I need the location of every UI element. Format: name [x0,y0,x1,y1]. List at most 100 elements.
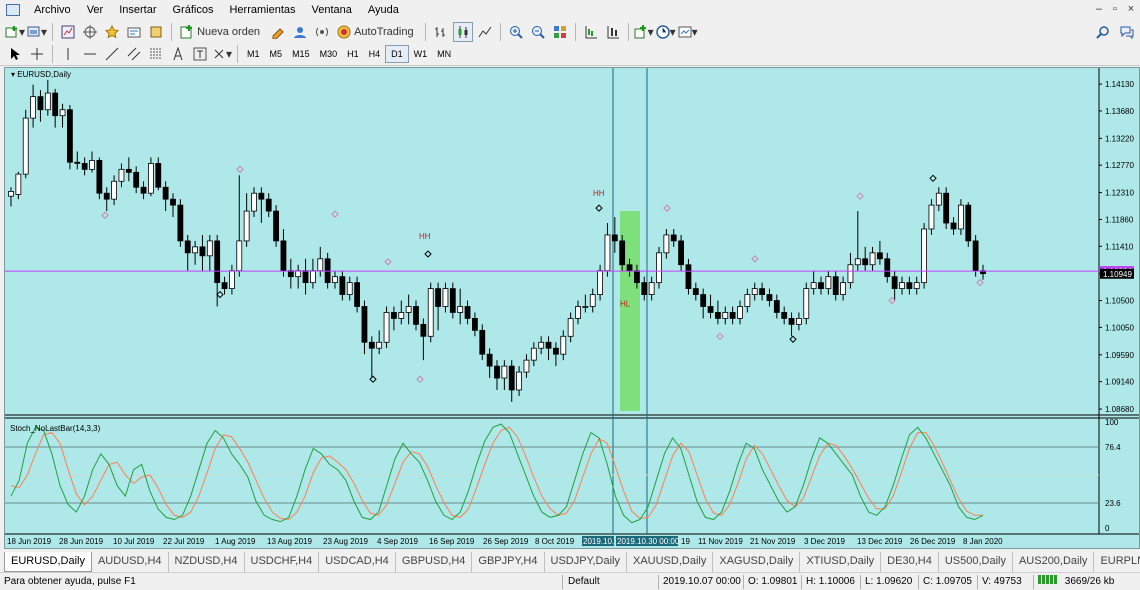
candle [339,276,346,295]
clock-icon [655,24,670,39]
candle [604,234,611,272]
tab-eurpln-daily[interactable]: EURPLN,Daily [1094,552,1140,572]
crosshair-button[interactable] [27,44,47,64]
navigator-button[interactable] [102,22,122,42]
periods-button[interactable]: ▾ [655,22,676,42]
timeframe-m15[interactable]: M15 [287,45,315,63]
timeframe-m30[interactable]: M30 [315,45,343,63]
data-window-button[interactable] [80,22,100,42]
candle [206,240,213,257]
price-chart[interactable]: 1.14130 1.13680 1.13220 1.12770 1.12310 1.118… [5,68,1139,548]
chart-shift-button[interactable] [581,22,601,42]
community-button[interactable] [312,22,332,42]
status-profile[interactable]: Default [568,573,600,590]
horizontal-line-button[interactable] [80,44,100,64]
restore-icon[interactable]: ▫ [1108,2,1122,16]
candle [376,341,383,349]
menu-herramientas[interactable]: Herramientas [221,0,303,20]
status-traffic: 3669/26 kb [1064,576,1115,587]
menu-archivo[interactable]: Archivo [26,0,79,20]
tab-xauusd-daily[interactable]: XAUUSD,Daily [627,552,714,572]
autoscroll-button[interactable] [603,22,623,42]
trendline-icon [105,47,119,61]
channel-button[interactable] [124,44,144,64]
date-axis-label: 16 Sep 2019 [429,537,475,546]
tab-aus200-daily[interactable]: AUS200,Daily [1013,552,1095,572]
candle [133,171,140,188]
horizontal-line-icon [84,53,96,55]
timeframe-m1[interactable]: M1 [242,45,265,63]
date-axis-label: 13 Aug 2019 [267,537,312,546]
tab-nzdusd-h4[interactable]: NZDUSD,H4 [169,552,245,572]
templates-button[interactable]: ▾ [678,22,698,42]
vertical-line-button[interactable] [58,44,78,64]
tab-usdchf-h4[interactable]: USDCHF,H4 [245,552,320,572]
candle [243,210,250,242]
text-button[interactable] [168,44,188,64]
chat-button[interactable] [1117,22,1137,42]
menu-ver[interactable]: Ver [79,0,112,20]
strategy-tester-button[interactable] [146,22,166,42]
chart-window[interactable]: 1.14130 1.13680 1.13220 1.12770 1.12310 1.118… [4,67,1140,549]
menu-insertar[interactable]: Insertar [111,0,164,20]
status-open: O: 1.09801 [748,576,798,587]
minimize-icon[interactable]: – [1092,2,1106,16]
candle [906,282,913,290]
tab-xagusd-daily[interactable]: XAGUSD,Daily [713,552,801,572]
arrows-button[interactable]: ▾ [212,44,232,64]
candle [737,306,743,319]
tab-xtiusd-daily[interactable]: XTIUSD,Daily [800,552,882,572]
terminal-button[interactable] [124,22,144,42]
timeframe-w1[interactable]: W1 [409,45,433,63]
candle [501,365,508,379]
candle [921,228,927,284]
search-button[interactable] [1093,22,1113,42]
text-label-button[interactable] [190,44,210,64]
timeframe-d1[interactable]: D1 [385,45,409,63]
candle [405,306,412,313]
tile-windows-button[interactable] [550,22,570,42]
tab-usdcad-h4[interactable]: USDCAD,H4 [319,552,396,572]
tab-eurusd-daily[interactable]: EURUSD,Daily [4,552,92,572]
price-axis-label: 1.11410 [1105,242,1134,251]
new-chart-button[interactable]: ▾ [5,22,25,42]
candle [700,294,707,307]
price-axis-label: 1.08680 [1105,405,1134,414]
signals-button[interactable] [290,22,310,42]
market-watch-button[interactable] [58,22,78,42]
price-axis-label: 1.09590 [1105,351,1134,360]
tab-gbpusd-h4[interactable]: GBPUSD,H4 [396,552,473,572]
status-separator [977,575,978,589]
new-order-button[interactable]: Nueva orden [177,22,266,42]
toolbar-separator [52,45,53,63]
profiles-button[interactable]: ▾ [27,22,47,42]
timeframe-mn[interactable]: MN [432,45,456,63]
line-chart-button[interactable] [475,22,495,42]
menu-ventana[interactable]: Ventana [304,0,360,20]
candlestick-button[interactable] [452,21,473,42]
cursor-button[interactable] [5,44,25,64]
tab-audusd-h4[interactable]: AUDUSD,H4 [92,552,169,572]
timeframe-m5[interactable]: M5 [265,45,288,63]
status-separator [860,575,861,589]
zoom-in-button[interactable] [506,22,526,42]
zoom-out-button[interactable] [528,22,548,42]
bar-chart-button[interactable] [431,22,451,42]
menu-ayuda[interactable]: Ayuda [360,0,407,20]
tab-us500-daily[interactable]: US500,Daily [939,552,1013,572]
menu-graficos[interactable]: Gráficos [165,0,222,20]
autotrading-button[interactable]: AutoTrading [334,22,420,42]
close-icon[interactable]: × [1124,2,1138,16]
tab-usdjpy-daily[interactable]: USDJPY,Daily [545,552,627,572]
candle [199,246,206,257]
trendline-button[interactable] [102,44,122,64]
timeframe-h1[interactable]: H1 [342,45,364,63]
tab-gbpjpy-h4[interactable]: GBPJPY,H4 [472,552,545,572]
timeframe-h4[interactable]: H4 [364,45,386,63]
indicators-button[interactable]: ▾ [634,22,654,42]
metaeditor-button[interactable] [268,22,288,42]
tab-de30-h4[interactable]: DE30,H4 [881,552,939,572]
candle [184,240,191,254]
indicator-axis-label: 23.6 [1105,499,1121,508]
fibonacci-button[interactable] [146,44,166,64]
